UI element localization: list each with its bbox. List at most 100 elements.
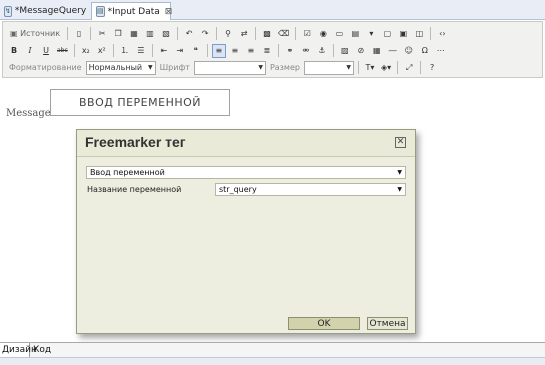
maximize-icon[interactable]: ⤢ [402, 61, 416, 75]
toolbar-separator [151, 44, 153, 57]
tab-input-data[interactable]: ▤ *Input Data ⊠ [91, 2, 173, 20]
bold-icon[interactable]: B [7, 44, 21, 58]
align-left-icon[interactable]: ≡ [211, 43, 226, 58]
size-label: Размер [269, 63, 300, 72]
blockquote-icon[interactable]: ❝ [189, 44, 203, 58]
tag-type-select[interactable]: Ввод переменной ▼ [86, 166, 406, 179]
flow-icon: ↯ [4, 5, 12, 17]
tab-code[interactable]: Код [31, 343, 51, 357]
source-button[interactable]: ▣ Источник [7, 27, 63, 41]
toolbar-separator [332, 44, 334, 57]
italic-icon[interactable]: I [23, 44, 37, 58]
tab-message-query[interactable]: ↯ *MessageQuery [0, 2, 88, 20]
toolbar-row-1: ▣ Источник ▯ ✂ ❐ ▦ ▥ ▧ ↶ ↷ ⚲ ⇄ ▩ ⌫ ☑ ◉ ▭… [7, 25, 449, 42]
radio-icon[interactable]: ◉ [316, 27, 330, 41]
chevron-down-icon: ▼ [397, 169, 402, 176]
select-field-icon[interactable]: ▾ [364, 27, 378, 41]
align-right-icon[interactable]: ≡ [244, 44, 258, 58]
image-icon[interactable]: ▨ [338, 44, 352, 58]
editor-tab-bar: ↯ *MessageQuery ▤ *Input Data ⊠ [0, 0, 545, 20]
source-label: Источник [20, 29, 61, 38]
wysiwyg-toolbar: ▣ Источник ▯ ✂ ❐ ▦ ▥ ▧ ↶ ↷ ⚲ ⇄ ▩ ⌫ ☑ ◉ ▭… [2, 21, 543, 78]
tab-message-query-label: *MessageQuery [14, 6, 87, 16]
editor-mode-tabs: Дизайн Код [0, 342, 545, 357]
anchor-icon[interactable]: ⚓ [315, 44, 329, 58]
hidden-field-icon[interactable]: ◫ [412, 27, 426, 41]
background-color-icon[interactable]: ◈▾ [379, 61, 393, 75]
tab-input-data-label: *Input Data [107, 6, 160, 17]
toolbar-separator [206, 44, 208, 57]
toolbar-row-2: B I U abc x₂ x² ⒈ ☰ ⇤ ⇥ ❝ ≡ ≡ ≡ ≣ ⚭ ⚮ ⚓ … [7, 42, 448, 59]
unlink-icon[interactable]: ⚮ [299, 44, 313, 58]
cancel-button[interactable]: Отмена [367, 317, 408, 330]
toolbar-separator [177, 27, 179, 40]
underline-icon[interactable]: U [39, 44, 53, 58]
size-select[interactable]: ▼ [303, 60, 354, 75]
paste-icon[interactable]: ▦ [127, 27, 141, 41]
find-icon[interactable]: ⚲ [221, 27, 235, 41]
variable-name-select-value: str_query [219, 185, 257, 194]
select-all-icon[interactable]: ▩ [260, 27, 274, 41]
close-tab-icon[interactable]: ⊠ [165, 7, 173, 17]
paste-word-icon[interactable]: ▧ [159, 27, 173, 41]
redo-icon[interactable]: ↷ [198, 27, 212, 41]
smiley-icon[interactable]: ☺ [402, 44, 416, 58]
toolbar-separator [277, 44, 279, 57]
copy-icon[interactable]: ❐ [111, 27, 125, 41]
button-field-icon[interactable]: ▢ [380, 27, 394, 41]
message-label: Message: [6, 108, 55, 119]
page-icon: ▤ [96, 6, 105, 17]
font-label: Шрифт [159, 63, 190, 72]
special-char-icon[interactable]: Ω [418, 44, 432, 58]
editor-window: ↯ *MessageQuery ▤ *Input Data ⊠ ▣ Источн… [0, 0, 545, 365]
format-select[interactable]: Нормальный ▼ [85, 60, 156, 75]
new-page-icon[interactable]: ▯ [72, 27, 86, 41]
table-icon[interactable]: ▦ [370, 44, 384, 58]
link-icon[interactable]: ⚭ [283, 44, 297, 58]
cut-icon[interactable]: ✂ [95, 27, 109, 41]
align-justify-icon[interactable]: ≣ [260, 44, 274, 58]
horizontal-rule-icon[interactable]: ― [386, 44, 400, 58]
tab-design[interactable]: Дизайн [0, 343, 37, 357]
text-color-icon[interactable]: T▾ [363, 61, 377, 75]
close-dialog-icon[interactable]: ✕ [395, 137, 406, 148]
align-center-icon[interactable]: ≡ [228, 44, 242, 58]
variable-name-label: Название переменной [87, 185, 182, 194]
toolbar-separator [397, 61, 399, 74]
help-icon[interactable]: ? [425, 61, 439, 75]
embed-code-icon[interactable]: ‹› [435, 27, 449, 41]
outdent-icon[interactable]: ⇤ [157, 44, 171, 58]
numbered-list-icon[interactable]: ⒈ [118, 44, 132, 58]
chevron-down-icon: ▼ [346, 64, 351, 71]
toolbar-separator [216, 27, 218, 40]
replace-icon[interactable]: ⇄ [237, 27, 251, 41]
variable-name-select[interactable]: str_query ▼ [215, 183, 406, 196]
format-select-value: Нормальный [88, 63, 143, 72]
bulleted-list-icon[interactable]: ☰ [134, 44, 148, 58]
toolbar-separator [255, 27, 257, 40]
chevron-down-icon: ▼ [258, 64, 263, 71]
superscript-icon[interactable]: x² [95, 44, 109, 58]
tag-type-select-value: Ввод переменной [90, 168, 165, 177]
toolbar-separator [357, 61, 359, 74]
textfield-icon[interactable]: ▭ [332, 27, 346, 41]
page-break-icon[interactable]: ⋯ [434, 44, 448, 58]
undo-icon[interactable]: ↶ [182, 27, 196, 41]
indent-icon[interactable]: ⇥ [173, 44, 187, 58]
image-button-icon[interactable]: ▣ [396, 27, 410, 41]
source-icon: ▣ [10, 29, 18, 38]
font-select[interactable]: ▼ [193, 60, 266, 75]
textarea-icon[interactable]: ▤ [348, 27, 362, 41]
ok-button[interactable]: OK [288, 317, 360, 330]
subscript-icon[interactable]: x₂ [79, 44, 93, 58]
dialog-title: Freemarker тег [85, 134, 186, 150]
paste-text-icon[interactable]: ▥ [143, 27, 157, 41]
checkbox-icon[interactable]: ☑ [300, 27, 314, 41]
flash-icon[interactable]: ⊘ [354, 44, 368, 58]
toolbar-separator [295, 27, 297, 40]
variable-placeholder-box[interactable]: ВВОД ПЕРЕМЕННОЙ [50, 89, 230, 116]
remove-format-icon[interactable]: ⌫ [276, 27, 291, 41]
freemarker-tag-dialog: Freemarker тег ✕ Ввод переменной ▼ Назва… [76, 129, 416, 334]
strikethrough-icon[interactable]: abc [55, 44, 70, 58]
dialog-title-bar: Freemarker тег ✕ [77, 130, 415, 157]
